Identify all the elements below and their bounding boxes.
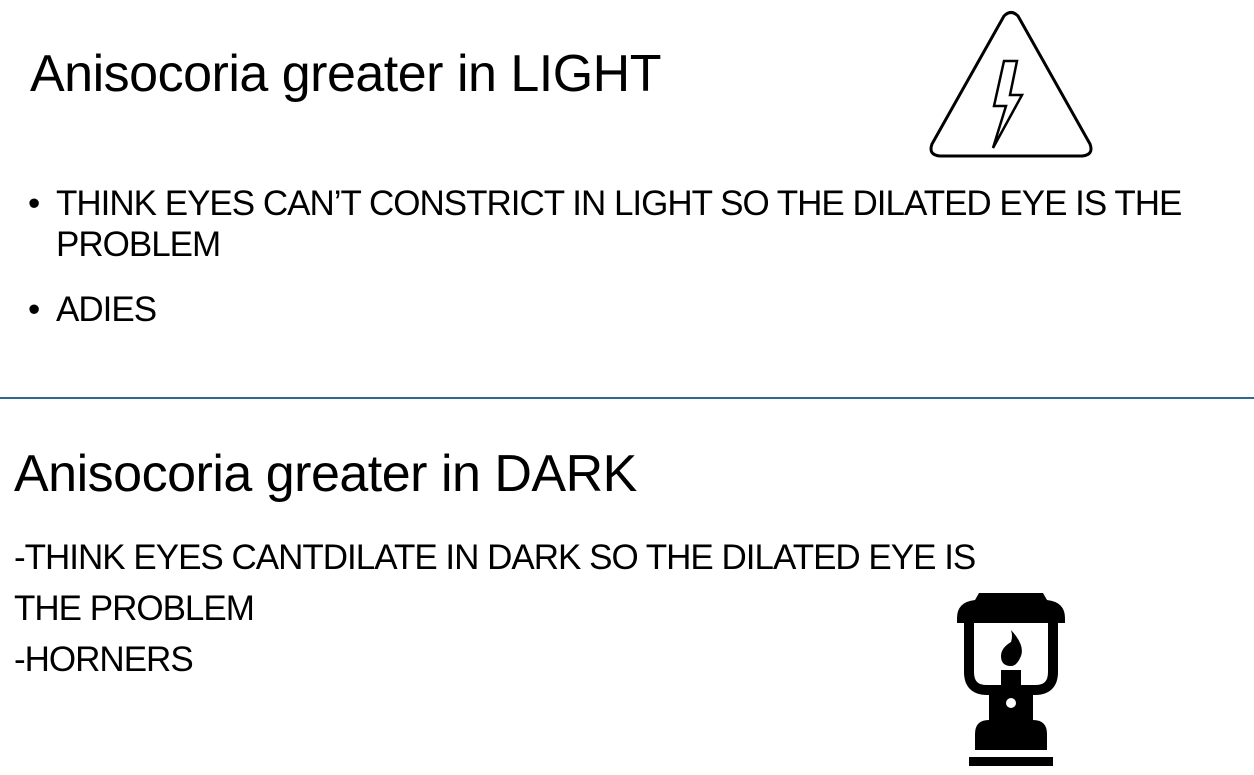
lantern-icon [957, 593, 1065, 766]
text-line: THE PROBLEM [14, 589, 255, 628]
dark-section-title: Anisocoria greater in DARK [14, 445, 637, 503]
bullet-item: ADIES [28, 289, 1254, 330]
high-voltage-warning-icon [929, 11, 1093, 158]
text-line: -HORNERS [14, 640, 194, 679]
text-line: -THINK EYES CANTDILATE IN DARK SO THE DI… [14, 538, 976, 577]
dark-text-block: -THINK EYES CANTDILATE IN DARK SO THE DI… [14, 532, 976, 685]
bullet-item: THINK EYES CAN’T CONSTRICT IN LIGHT SO T… [28, 183, 1254, 265]
section-divider [0, 397, 1254, 399]
light-bullet-list: THINK EYES CAN’T CONSTRICT IN LIGHT SO T… [28, 183, 1254, 354]
light-section-title: Anisocoria greater in LIGHT [30, 45, 662, 103]
